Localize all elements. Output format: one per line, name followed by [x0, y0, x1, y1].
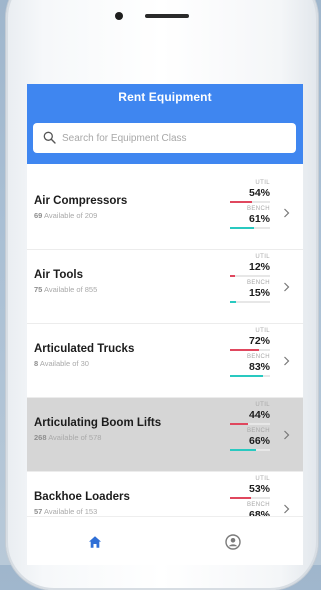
- util-bar: [230, 349, 270, 351]
- bottom-nav: [27, 516, 303, 565]
- bench-bar: [230, 449, 270, 451]
- available-count: 268: [34, 433, 47, 442]
- util-bar-fill: [230, 497, 252, 499]
- bench-bar-fill: [230, 375, 264, 377]
- available-count: 75: [34, 285, 43, 294]
- chevron-right-icon[interactable]: [283, 356, 290, 366]
- util-bar: [230, 201, 270, 203]
- util-label: UTIL: [255, 476, 270, 482]
- bench-bar-fill: [230, 449, 257, 451]
- util-label: UTIL: [255, 402, 270, 408]
- equipment-name: Air Tools: [34, 269, 83, 281]
- equipment-row-articulating-boom-lifts[interactable]: Articulating Boom Lifts 268 Available of…: [27, 398, 303, 472]
- util-label: UTIL: [255, 180, 270, 186]
- equipment-row-articulated-trucks[interactable]: Articulated Trucks 8 Available of 30 UTI…: [27, 324, 303, 398]
- app-header: Rent Equipment: [27, 84, 303, 164]
- stats-block: UTIL 12% BENCH 15%: [230, 253, 270, 305]
- chevron-right-icon[interactable]: [283, 430, 290, 440]
- total-count: 855: [84, 285, 98, 294]
- util-bar: [230, 423, 270, 425]
- available-of-label: Available of: [44, 211, 83, 220]
- equipment-row-air-tools[interactable]: Air Tools 75 Available of 855 UTIL 12% B…: [27, 250, 303, 324]
- bench-label: BENCH: [246, 428, 270, 434]
- bench-bar: [230, 375, 270, 377]
- chevron-right-icon[interactable]: [283, 282, 290, 292]
- util-label: UTIL: [255, 328, 270, 334]
- bench-bar-fill: [230, 227, 255, 229]
- stats-block: UTIL 54% BENCH 61%: [230, 179, 270, 231]
- earpiece-speaker: [145, 14, 189, 18]
- availability-text: 69 Available of 209: [34, 211, 97, 220]
- available-of-label: Available of: [48, 433, 87, 442]
- available-count: 57: [34, 507, 43, 516]
- bench-label: BENCH: [246, 206, 270, 212]
- util-value: 53%: [248, 483, 270, 495]
- bench-label: BENCH: [246, 502, 270, 508]
- equipment-name: Articulating Boom Lifts: [34, 417, 162, 429]
- availability-text: 268 Available of 578: [34, 433, 101, 442]
- profile-icon[interactable]: [225, 534, 241, 550]
- available-of-label: Available of: [44, 285, 83, 294]
- bench-value: 66%: [248, 435, 270, 447]
- bench-bar: [230, 227, 270, 229]
- equipment-name: Backhoe Loaders: [34, 491, 130, 503]
- available-of-label: Available of: [44, 507, 83, 516]
- util-value: 44%: [248, 409, 270, 421]
- available-count: 69: [34, 211, 43, 220]
- availability-text: 75 Available of 855: [34, 285, 97, 294]
- util-bar-fill: [230, 349, 259, 351]
- total-count: 578: [88, 433, 102, 442]
- equipment-name: Articulated Trucks: [34, 343, 135, 355]
- util-value: 54%: [248, 187, 270, 199]
- stats-block: UTIL 44% BENCH 66%: [230, 401, 270, 453]
- bench-bar-fill: [230, 301, 236, 303]
- bench-bar: [230, 301, 270, 303]
- bench-label: BENCH: [246, 354, 270, 360]
- util-value: 12%: [248, 261, 270, 273]
- search-input[interactable]: [62, 129, 282, 147]
- availability-text: 8 Available of 30: [34, 359, 89, 368]
- stats-block: UTIL 72% BENCH 83%: [230, 327, 270, 379]
- bench-value: 61%: [248, 213, 270, 225]
- util-value: 72%: [248, 335, 270, 347]
- available-count: 8: [34, 359, 39, 368]
- proximity-sensor: [115, 12, 123, 20]
- bench-label: BENCH: [246, 280, 270, 286]
- chevron-right-icon[interactable]: [283, 208, 290, 218]
- equipment-row-air-compressors[interactable]: Air Compressors 69 Available of 209 UTIL…: [27, 176, 303, 250]
- search-icon: [43, 131, 56, 144]
- search-box[interactable]: [33, 123, 296, 153]
- util-bar: [230, 275, 270, 277]
- util-bar-fill: [230, 275, 235, 277]
- equipment-name: Air Compressors: [34, 195, 128, 207]
- bench-value: 83%: [248, 361, 270, 373]
- chevron-right-icon[interactable]: [283, 504, 290, 514]
- total-count: 153: [84, 507, 98, 516]
- app-screen: Rent Equipment Air Compressors 69 Availa…: [27, 84, 303, 565]
- util-bar-fill: [230, 201, 252, 203]
- available-of-label: Available of: [39, 359, 79, 368]
- util-bar-fill: [230, 423, 248, 425]
- total-count: 30: [80, 359, 89, 368]
- util-bar: [230, 497, 270, 499]
- page-title: Rent Equipment: [118, 90, 212, 104]
- bench-value: 15%: [248, 287, 270, 299]
- home-icon[interactable]: [88, 535, 102, 549]
- total-count: 209: [84, 211, 98, 220]
- util-label: UTIL: [255, 254, 270, 260]
- equipment-list: Air Compressors 69 Available of 209 UTIL…: [27, 176, 303, 546]
- availability-text: 57 Available of 153: [34, 507, 97, 516]
